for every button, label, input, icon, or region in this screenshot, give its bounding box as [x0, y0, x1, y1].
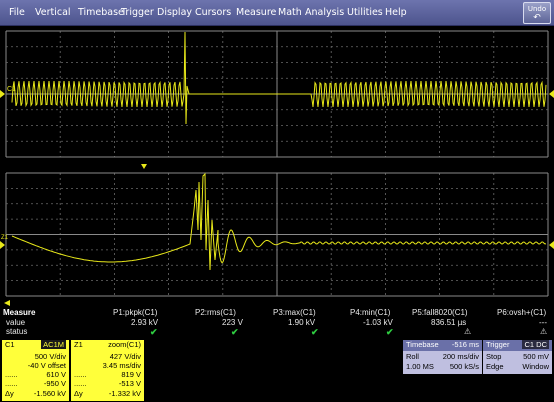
zoom-z1-grid[interactable]: Z1 — [0, 170, 554, 299]
c1-level-marker-icon — [0, 90, 5, 98]
channel-c1-grid[interactable]: C1 — [0, 27, 554, 164]
z1-vdiv: 427 V/div — [109, 352, 141, 361]
trigger-label: Trigger — [486, 340, 510, 349]
menu-trigger[interactable]: Trigger — [121, 7, 154, 18]
menu-bar: File Vertical Timebase Trigger Display C… — [0, 0, 554, 26]
measure-p1-name[interactable]: P1:pkpk(C1) — [113, 308, 157, 317]
c1-label: C1 — [5, 340, 15, 349]
measure-p3-status-icon: ✔ — [311, 327, 319, 337]
z1-delta-y: -1.332 kV — [108, 389, 141, 398]
menu-analysis[interactable]: Analysis — [305, 7, 344, 18]
c1-coupling-badge: AC1M — [41, 340, 66, 349]
z1-source: zoom(C1) — [108, 340, 141, 349]
trigger-descriptor-box[interactable]: Trigger C1 DC Stop 500 mV Edge Window — [483, 340, 552, 374]
z1-trace-label: Z1 — [1, 235, 9, 241]
measure-row-status-label: status — [6, 327, 28, 336]
z1-waveform-svg: Z1 — [0, 172, 554, 297]
timebase-label: Timebase — [406, 340, 439, 349]
c1-descriptor-box[interactable]: C1 AC1M 500 V/div -40 V offset ...... 610… — [2, 340, 69, 401]
left-arrow-icon — [4, 300, 10, 306]
timebase-mode: Roll — [406, 352, 419, 361]
measure-p5-name[interactable]: P5:fall8020(C1) — [412, 308, 468, 317]
menu-vertical[interactable]: Vertical — [35, 7, 71, 18]
measure-p6-name[interactable]: P6:ovsh+(C1) — [497, 308, 546, 317]
z1-descriptor-box[interactable]: Z1 zoom(C1) 427 V/div 3.45 ms/div ......… — [71, 340, 144, 401]
menu-file[interactable]: File — [9, 7, 25, 18]
undo-button[interactable]: Undo ↶ — [523, 2, 551, 24]
menu-utilities[interactable]: Utilities — [347, 7, 383, 18]
measure-p4-value: -1.03 kV — [363, 318, 393, 327]
measure-p3-name[interactable]: P3:max(C1) — [273, 308, 316, 317]
trigger-source-badge: C1 DC — [522, 340, 549, 349]
measure-p2-name[interactable]: P2:rms(C1) — [195, 308, 236, 317]
undo-icon: ↶ — [533, 13, 541, 23]
trigger-state: Stop — [486, 352, 502, 361]
z1-tdiv: 3.45 ms/div — [102, 361, 141, 370]
menu-cursors[interactable]: Cursors — [195, 7, 231, 18]
measure-header[interactable]: Measure — [3, 308, 35, 317]
measure-table: Measure value status P1:pkpk(C1) 2.93 kV… — [0, 300, 554, 340]
timebase-descriptor-box[interactable]: Timebase -516 ms Roll 200 ms/div 1.00 MS 5… — [403, 340, 482, 374]
menu-measure[interactable]: Measure — [236, 7, 276, 18]
trigger-position-icon — [141, 164, 147, 169]
timebase-tdiv: 200 ms/div — [442, 352, 479, 361]
menu-timebase[interactable]: Timebase — [78, 7, 124, 18]
measure-p5-status-icon: ⚠ — [464, 327, 472, 336]
z1-level-marker-icon — [0, 241, 5, 249]
measure-p4-status-icon: ✔ — [386, 327, 394, 337]
c1-offset: -40 V offset — [27, 361, 66, 370]
trigger-type: Edge — [486, 362, 504, 371]
z1-cursor2: -513 V — [118, 379, 141, 388]
measure-p5-value: 836.51 µs — [431, 318, 467, 327]
measure-p2-status-icon: ✔ — [231, 327, 239, 337]
menu-help[interactable]: Help — [385, 7, 407, 18]
menu-math[interactable]: Math — [278, 7, 302, 18]
c1-vdiv: 500 V/div — [34, 352, 66, 361]
measure-p6-status-icon: ⚠ — [540, 327, 548, 336]
timebase-memory: 1.00 MS — [406, 362, 434, 371]
measure-p1-status-icon: ✔ — [150, 327, 158, 337]
measure-p2-value: 223 V — [222, 318, 243, 327]
measure-p1-value: 2.93 kV — [131, 318, 159, 327]
c1-cursor2: -950 V — [43, 379, 66, 388]
trigger-window: Window — [522, 362, 549, 371]
trigger-level: 500 mV — [523, 352, 549, 361]
timebase-offset: -516 ms — [451, 340, 479, 349]
z1-right-marker-icon — [549, 241, 554, 249]
menu-display[interactable]: Display — [157, 7, 192, 18]
z1-label: Z1 — [74, 340, 83, 349]
c1-cursor1: 610 V — [46, 370, 66, 379]
measure-row-value-label: value — [6, 318, 26, 327]
c1-right-marker-icon — [549, 90, 554, 98]
c1-delta-y: -1.560 kV — [33, 389, 66, 398]
measure-p6-value: --- — [539, 318, 547, 327]
measure-p4-name[interactable]: P4:min(C1) — [350, 308, 390, 317]
c1-waveform-svg: C1 — [0, 30, 554, 158]
z1-cursor1: 819 V — [121, 370, 141, 379]
timebase-samplerate: 500 kS/s — [449, 362, 479, 371]
measure-p3-value: 1.90 kV — [288, 318, 316, 327]
